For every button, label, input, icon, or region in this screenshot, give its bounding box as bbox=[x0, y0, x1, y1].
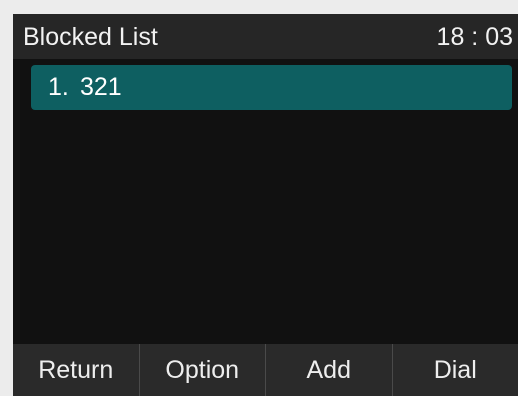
list-item[interactable]: 1. 321 bbox=[31, 65, 512, 110]
softkey-bar: Return Option Add Dial bbox=[13, 344, 518, 396]
phone-screen: Blocked List 18 : 03 1. 321 Return Optio… bbox=[13, 14, 518, 396]
page-title: Blocked List bbox=[23, 23, 158, 51]
clock: 18 : 03 bbox=[436, 23, 513, 51]
list-item-number: 321 bbox=[80, 73, 122, 101]
return-button[interactable]: Return bbox=[13, 344, 139, 396]
list-item-index: 1. bbox=[48, 73, 69, 101]
option-button[interactable]: Option bbox=[138, 344, 266, 396]
title-bar: Blocked List 18 : 03 bbox=[13, 14, 518, 59]
blocked-list: 1. 321 bbox=[31, 65, 512, 110]
dial-button[interactable]: Dial bbox=[391, 344, 518, 396]
add-button[interactable]: Add bbox=[265, 344, 392, 396]
